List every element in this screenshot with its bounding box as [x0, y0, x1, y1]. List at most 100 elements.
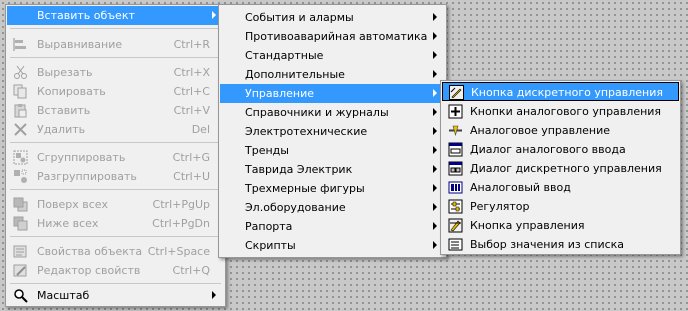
submenu-item-control-button[interactable]: Кнопка управления	[442, 216, 679, 235]
menu-item-label: Кнопка дискретного управления	[471, 86, 664, 99]
menu-separator	[10, 283, 221, 284]
menu-item-label: Аналоговое управление	[470, 124, 611, 137]
delete-icon	[14, 123, 27, 136]
send-to-back-icon	[13, 216, 28, 231]
submenu-item-analog-input-dialog[interactable]: Диалог аналогового ввода	[442, 140, 679, 159]
menu-item-label: Свойства объекта	[37, 245, 143, 258]
menu-item-label: Эл.оборудование	[245, 201, 346, 214]
menu-item-label: Выравнивание	[37, 38, 123, 51]
menu-item-label: Вставить объект	[37, 9, 135, 22]
regulator-icon	[448, 199, 463, 214]
menu-item-label: Удалить	[37, 123, 86, 136]
menu-item-label: События и алармы	[245, 11, 354, 24]
submenu-item-discrete-dialog[interactable]: Диалог дискретного управления	[442, 159, 679, 178]
submenu-item-list-select[interactable]: Выбор значения из списка	[442, 235, 679, 254]
submenu-item-tavrida[interactable]: Таврида Электрик	[220, 160, 445, 179]
submenu-item-scripts[interactable]: Скрипты	[220, 236, 445, 255]
menu-item-label: Диалог дискретного управления	[470, 162, 662, 175]
submenu-item-regulator[interactable]: Регулятор	[442, 197, 679, 216]
menu-separator	[10, 236, 221, 237]
menu-item-shortcut: Ctrl+PgDn	[152, 217, 210, 230]
ungroup-icon	[14, 169, 27, 183]
submenu-item-analog-control[interactable]: Аналоговое управление	[442, 121, 679, 140]
submenu-arrow-icon	[433, 32, 437, 40]
menu-item-property-editor[interactable]: Редактор свойств Ctrl+Q	[7, 261, 224, 280]
insert-object-submenu: События и алармы Противоаварийная автома…	[218, 4, 447, 258]
menu-item-label: Справочники и журналы	[245, 106, 389, 119]
menu-item-shortcut: Del	[191, 123, 210, 136]
submenu-item-analog-input[interactable]: Аналоговый ввод	[442, 178, 679, 197]
submenu-item-events-alarms[interactable]: События и алармы	[220, 8, 445, 27]
submenu-arrow-icon	[212, 11, 216, 19]
menu-item-zoom[interactable]: Масштаб	[7, 286, 224, 305]
submenu-item-electrical-equipment[interactable]: Эл.оборудование	[220, 198, 445, 217]
discrete-button-icon	[449, 85, 464, 100]
submenu-item-reports[interactable]: Рапорта	[220, 217, 445, 236]
submenu-item-discrete-button[interactable]: Кнопка дискретного управления	[442, 82, 679, 101]
menu-separator	[10, 142, 221, 143]
menu-item-label: Сгруппировать	[37, 151, 126, 164]
context-menu: Вставить объект Выравнивание Ctrl+R Выре…	[5, 4, 226, 307]
menu-item-object-properties[interactable]: Свойства объекта Ctrl+Space	[7, 242, 224, 261]
submenu-arrow-icon	[212, 291, 216, 299]
menu-item-delete[interactable]: Удалить Del	[7, 120, 224, 139]
menu-item-label: Таврида Электрик	[245, 163, 353, 176]
menu-item-label: Тренды	[245, 144, 289, 157]
menu-item-shortcut: Ctrl+R	[173, 38, 210, 51]
menu-item-label: Электротехнические	[245, 125, 368, 138]
menu-item-copy[interactable]: Копировать Ctrl+C	[7, 82, 224, 101]
menu-separator	[10, 57, 221, 58]
property-editor-icon	[13, 264, 27, 277]
submenu-item-standard[interactable]: Стандартные	[220, 46, 445, 65]
submenu-arrow-icon	[433, 70, 437, 78]
submenu-arrow-icon	[433, 146, 437, 154]
menu-item-label: Дополнительные	[245, 68, 345, 81]
menu-item-align[interactable]: Выравнивание Ctrl+R	[7, 35, 224, 54]
menu-item-ungroup[interactable]: Разгруппировать Ctrl+U	[7, 167, 224, 186]
submenu-arrow-icon	[433, 222, 437, 230]
submenu-item-analog-buttons[interactable]: Кнопки аналогового управления	[442, 102, 679, 121]
control-button-icon	[448, 218, 463, 233]
submenu-item-emergency-automation[interactable]: Противоаварийная автоматика	[220, 27, 445, 46]
submenu-arrow-icon	[433, 184, 437, 192]
submenu-item-trends[interactable]: Тренды	[220, 141, 445, 160]
menu-item-label: Редактор свойств	[37, 264, 141, 277]
submenu-item-3d-shapes[interactable]: Трехмерные фигуры	[220, 179, 445, 198]
menu-item-label: Управление	[245, 87, 315, 100]
menu-item-label: Вырезать	[37, 66, 93, 79]
submenu-item-references-logs[interactable]: Справочники и журналы	[220, 103, 445, 122]
paste-icon	[14, 104, 27, 118]
menu-item-label: Кнопка управления	[470, 219, 585, 232]
menu-item-group[interactable]: Сгруппировать Ctrl+G	[7, 148, 224, 167]
menu-item-shortcut: Ctrl+U	[173, 170, 210, 183]
submenu-item-additional[interactable]: Дополнительные	[220, 65, 445, 84]
menu-item-insert-object[interactable]: Вставить объект	[7, 6, 224, 25]
properties-icon	[13, 245, 27, 258]
menu-item-shortcut: Ctrl+V	[173, 104, 210, 117]
submenu-item-electrical[interactable]: Электротехнические	[220, 122, 445, 141]
menu-item-shortcut: Ctrl+C	[173, 85, 210, 98]
menu-item-shortcut: Ctrl+G	[172, 151, 210, 164]
analog-control-icon	[449, 125, 462, 137]
menu-item-label: Кнопки аналогового управления	[470, 105, 662, 118]
menu-item-label: Трехмерные фигуры	[245, 182, 365, 195]
menu-item-label: Разгруппировать	[37, 170, 137, 183]
menu-item-label: Диалог аналогового ввода	[470, 143, 626, 156]
menu-item-bring-to-front[interactable]: Поверх всех Ctrl+PgUp	[7, 195, 224, 214]
menu-separator	[10, 28, 221, 29]
menu-item-label: Поверх всех	[37, 198, 109, 211]
menu-item-shortcut: Ctrl+Space	[147, 245, 210, 258]
menu-item-cut[interactable]: Вырезать Ctrl+X	[7, 63, 224, 82]
submenu-arrow-icon	[433, 108, 437, 116]
submenu-arrow-icon	[433, 51, 437, 59]
menu-item-send-to-back[interactable]: Ниже всех Ctrl+PgDn	[7, 214, 224, 233]
submenu-item-control[interactable]: Управление	[220, 84, 445, 103]
analog-buttons-icon	[448, 104, 463, 119]
menu-item-label: Регулятор	[470, 200, 530, 213]
menu-item-label: Рапорта	[245, 220, 293, 233]
menu-item-paste[interactable]: Вставить Ctrl+V	[7, 101, 224, 120]
menu-item-label: Копировать	[37, 85, 106, 98]
analog-input-dialog-icon	[448, 142, 463, 157]
menu-item-shortcut: Ctrl+Q	[172, 264, 210, 277]
submenu-arrow-icon	[433, 89, 437, 97]
